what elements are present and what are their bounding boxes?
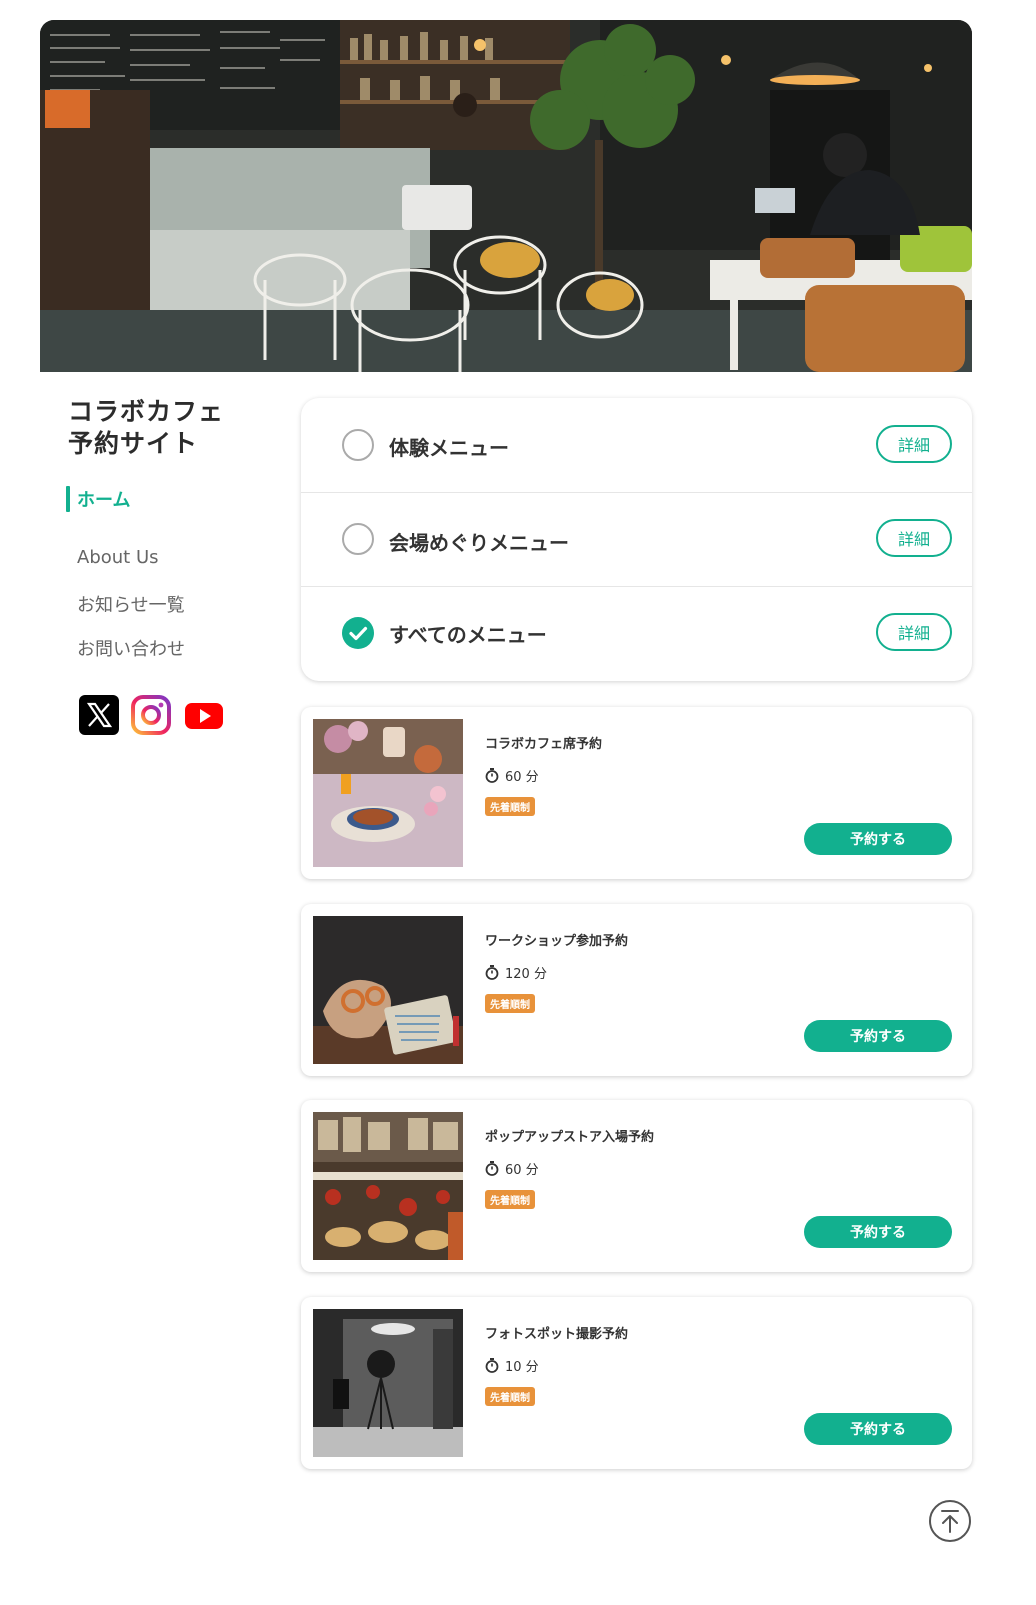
radio-button[interactable]: [342, 429, 374, 461]
nav-item-home[interactable]: ホーム: [66, 486, 130, 512]
youtube-icon[interactable]: [184, 695, 224, 735]
reservation-title: ワークショップ参加予約: [485, 934, 629, 949]
radio-button-checked[interactable]: [342, 617, 374, 649]
reservation-duration: 10 分: [485, 1356, 539, 1375]
reservation-thumbnail-popup-store: [313, 1112, 463, 1260]
reservation-card: コラボカフェ席予約 60 分 先着順制 予約する: [301, 707, 972, 879]
status-badge: 先着順制: [485, 994, 535, 1013]
reservation-duration: 60 分: [485, 1159, 539, 1178]
site-title-line2: 予約サイト: [68, 429, 199, 458]
reserve-button[interactable]: 予約する: [804, 1413, 952, 1445]
nav-item-news[interactable]: お知らせ一覧: [77, 591, 185, 617]
nav-item-about[interactable]: About Us: [77, 547, 159, 568]
x-icon[interactable]: [79, 695, 119, 735]
reservation-title: ポップアップストア入場予約: [485, 1130, 655, 1145]
menu-option-label: すべてのメニュー: [389, 623, 547, 647]
reservation-duration-value: 60 分: [505, 1163, 539, 1178]
stopwatch-icon: [485, 1358, 499, 1373]
active-indicator: [66, 486, 70, 512]
reservation-thumbnail-workshop: [313, 916, 463, 1064]
reservation-duration-value: 120 分: [505, 967, 547, 982]
stopwatch-icon: [485, 768, 499, 783]
reserve-button[interactable]: 予約する: [804, 823, 952, 855]
detail-button[interactable]: 詳細: [876, 519, 952, 557]
menu-select-card: 体験メニュー 詳細 会場めぐりメニュー 詳細 すべてのメニュー 詳細: [301, 398, 972, 681]
reservation-duration-value: 60 分: [505, 770, 539, 785]
detail-button[interactable]: 詳細: [876, 613, 952, 651]
reservation-duration: 60 分: [485, 766, 539, 785]
status-badge: 先着順制: [485, 797, 535, 816]
reservation-title: コラボカフェ席予約: [485, 737, 603, 752]
status-badge: 先着順制: [485, 1190, 535, 1209]
status-badge: 先着順制: [485, 1387, 535, 1406]
reservation-title: フォトスポット撮影予約: [485, 1327, 629, 1342]
site-title: コラボカフェ 予約サイト: [68, 396, 224, 460]
check-icon: [349, 626, 368, 641]
reservation-card: ポップアップストア入場予約 60 分 先着順制 予約する: [301, 1100, 972, 1272]
stopwatch-icon: [485, 1161, 499, 1176]
stopwatch-icon: [485, 965, 499, 980]
reservation-thumbnail-tea: [313, 719, 463, 867]
reservation-thumbnail-photo-spot: [313, 1309, 463, 1457]
menu-option-label: 体験メニュー: [389, 436, 509, 460]
hero-cafe-image: [40, 20, 972, 372]
menu-option-venue-tour[interactable]: 会場めぐりメニュー 詳細: [301, 492, 972, 586]
radio-button[interactable]: [342, 523, 374, 555]
reservation-duration: 120 分: [485, 963, 547, 982]
nav-item-contact[interactable]: お問い合わせ: [77, 635, 185, 661]
instagram-icon[interactable]: [131, 695, 171, 735]
site-title-line1: コラボカフェ: [68, 397, 225, 426]
arrow-up-circle-icon: [929, 1500, 971, 1542]
menu-option-experience[interactable]: 体験メニュー 詳細: [301, 398, 972, 492]
menu-option-all[interactable]: すべてのメニュー 詳細: [301, 586, 972, 680]
back-to-top-button[interactable]: [928, 1499, 972, 1543]
reserve-button[interactable]: 予約する: [804, 1216, 952, 1248]
reserve-button[interactable]: 予約する: [804, 1020, 952, 1052]
detail-button[interactable]: 詳細: [876, 425, 952, 463]
nav-item-home-label: ホーム: [77, 490, 131, 511]
reservation-card: フォトスポット撮影予約 10 分 先着順制 予約する: [301, 1297, 972, 1469]
reservation-card: ワークショップ参加予約 120 分 先着順制 予約する: [301, 904, 972, 1076]
reservation-duration-value: 10 分: [505, 1360, 539, 1375]
menu-option-label: 会場めぐりメニュー: [389, 531, 569, 555]
